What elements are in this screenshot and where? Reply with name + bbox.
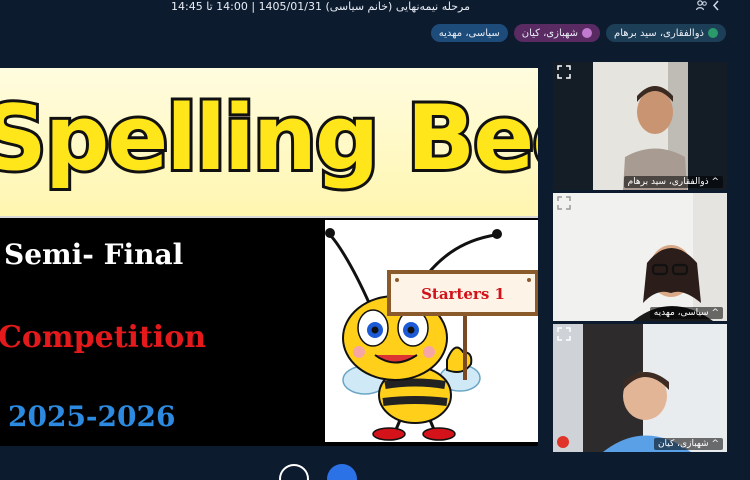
slide-year: 2025-2026	[8, 400, 176, 433]
control-button[interactable]	[279, 464, 309, 480]
participant-pill[interactable]: سیاسی، مهدیه	[430, 24, 508, 42]
video-tile[interactable]: ^ سیاسی، مهدیه	[553, 193, 727, 321]
slide-semi-final: Semi- Final	[4, 238, 184, 271]
expand-icon[interactable]	[557, 327, 571, 341]
participant-pill-label: سیاسی، مهدیه	[438, 27, 500, 39]
top-bar: مرحله نیمه‌نهایی (خانم سیاسی) 1405/01/31…	[0, 0, 750, 16]
slide-banner-text: Spelling Bee	[0, 83, 538, 194]
bee-mascot-panel: Starters 1	[325, 220, 538, 442]
participant-video-icon	[553, 62, 727, 190]
mic-muted-icon	[557, 436, 569, 448]
participant-pill-label: ذوالفقاری، سید برهام	[614, 27, 704, 39]
slide-competition: Competition	[0, 320, 207, 355]
participant-pills: سیاسی، مهدیه شهبازی، کیان ذوالفقاری، سید…	[430, 24, 726, 42]
participant-video-icon	[553, 324, 727, 452]
chevron-left-icon[interactable]	[712, 0, 720, 14]
people-icon[interactable]	[695, 0, 708, 14]
status-dot-icon	[708, 28, 718, 38]
video-tile[interactable]: ^ شهبازی، کیان	[553, 324, 727, 452]
participant-name: ^ سیاسی، مهدیه	[649, 307, 723, 319]
expand-icon[interactable]	[557, 196, 571, 210]
participant-video-icon	[553, 193, 727, 321]
participant-pill[interactable]: ذوالفقاری، سید برهام	[606, 24, 726, 42]
control-button-primary[interactable]	[327, 464, 357, 480]
slide-banner: Spelling Bee	[0, 68, 538, 218]
shared-screen: Spelling Bee Semi- Final Competition 202…	[0, 68, 538, 446]
participant-pill-label: شهبازی، کیان	[521, 27, 579, 39]
bee-mascot-icon: Starters 1	[325, 228, 538, 441]
mic-icon	[582, 28, 593, 38]
top-icons	[695, 0, 720, 14]
expand-icon[interactable]	[557, 65, 571, 79]
video-tile[interactable]: ^ ذوالفقاری، سید برهام	[553, 62, 727, 190]
participant-name: ^ ذوالفقاری، سید برهام	[623, 176, 723, 188]
participant-pill[interactable]: شهبازی، کیان	[513, 24, 601, 42]
participant-name: ^ شهبازی، کیان	[653, 438, 723, 450]
session-title: مرحله نیمه‌نهایی (خانم سیاسی) 1405/01/31…	[171, 0, 470, 13]
sign-text: Starters 1	[421, 285, 505, 303]
